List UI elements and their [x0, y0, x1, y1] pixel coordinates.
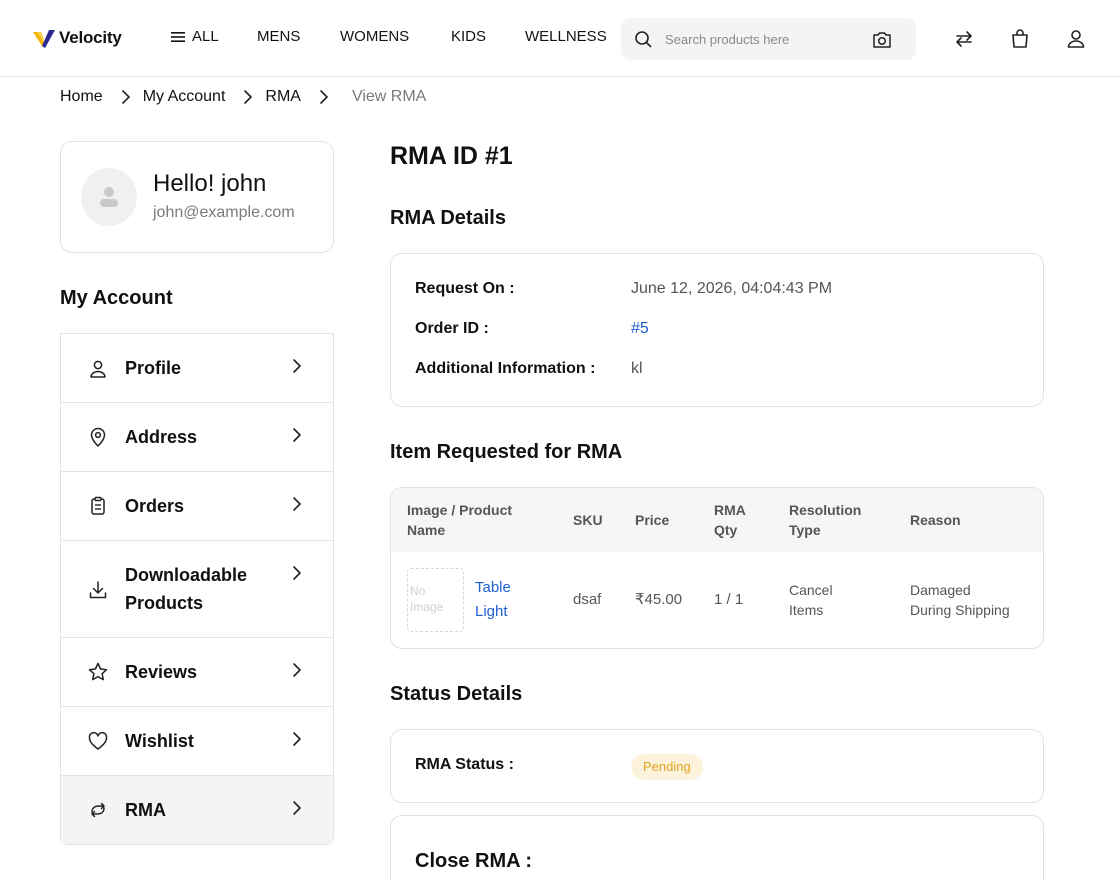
chevron-right-icon [244, 90, 253, 104]
close-rma-heading: Close RMA : [415, 850, 533, 872]
rma-details-card: Request On : June 12, 2026, 04:04:43 PM … [390, 253, 1044, 407]
avatar [81, 168, 137, 226]
breadcrumb: Home My Account RMA View RMA [60, 86, 426, 108]
col-header-sku: SKU [573, 512, 603, 528]
sidebar-item-label: Orders [125, 496, 185, 516]
rma-details-heading: RMA Details [390, 207, 506, 229]
chevron-right-icon [293, 663, 301, 677]
avatar-placeholder-icon [100, 187, 118, 207]
exchange-arrows-icon [91, 802, 105, 818]
chevron-right-icon [293, 566, 301, 580]
additional-info-value: kl [631, 360, 643, 377]
velocity-v-logo-icon [33, 30, 55, 48]
account-menu: Profile Address Orders Downloadable Prod… [60, 333, 334, 845]
no-image-text: No Image [410, 584, 444, 614]
col-header-image-product-line2: Name [407, 522, 446, 538]
sidebar-item-rma[interactable]: RMA [61, 776, 333, 844]
chevron-right-icon [293, 732, 301, 746]
sidebar-item-orders[interactable]: Orders [61, 472, 333, 541]
hamburger-icon [171, 32, 185, 42]
status-card: RMA Status : Pending [390, 729, 1044, 803]
col-header-image-product: Image / Product [407, 502, 513, 518]
order-id-link[interactable]: #5 [631, 320, 649, 338]
star-icon [88, 662, 108, 681]
profile-email: john@example.com [153, 204, 295, 221]
nav-mens[interactable]: MENS [257, 27, 300, 47]
sidebar-item-reviews[interactable]: Reviews [61, 638, 333, 707]
cell-reason-line2: During Shipping [910, 602, 1010, 618]
breadcrumb-home[interactable]: Home [60, 88, 103, 106]
site-header: Velocity ALL MENS WOMENS KIDS WELLNESS [0, 0, 1120, 77]
user-icon[interactable] [1064, 27, 1088, 51]
chevron-right-icon [293, 428, 301, 442]
rma-status-label: RMA Status : [415, 756, 514, 773]
nav-womens[interactable]: WOMENS [340, 27, 409, 47]
camera-icon[interactable] [871, 30, 893, 50]
sidebar-heading: My Account [60, 287, 173, 309]
compare-arrows-icon[interactable] [952, 27, 976, 51]
sidebar-item-profile[interactable]: Profile [61, 334, 333, 403]
additional-info-label: Additional Information : [415, 360, 596, 377]
request-on-value: June 12, 2026, 04:04:43 PM [631, 280, 833, 297]
col-header-resolution-type: Resolution [789, 502, 862, 518]
clipboard-icon [91, 496, 105, 515]
close-rma-card: Close RMA : [390, 815, 1044, 880]
cell-rma-qty: 1 / 1 [714, 591, 744, 608]
table-header: Image / Product Name SKU Price RMA Qty R… [391, 488, 1043, 552]
cell-sku: dsaf [573, 591, 602, 608]
nav-all-label: ALL [192, 28, 219, 45]
order-id-label: Order ID : [415, 320, 489, 337]
sidebar-item-label: Reviews [125, 662, 198, 682]
map-pin-icon [90, 427, 106, 447]
cell-reason: Damaged [910, 582, 971, 598]
product-name-link[interactable]: Table Light [475, 576, 545, 624]
cell-resolution-type-line2: Items [789, 602, 824, 618]
profile-greeting: Hello! john [153, 170, 267, 197]
status-details-heading: Status Details [390, 683, 523, 705]
sidebar-item-downloadable-products[interactable]: Downloadable Products [61, 541, 333, 638]
profile-card: Hello! john john@example.com [60, 141, 334, 253]
sidebar-item-label: Profile [125, 358, 182, 378]
cell-resolution-type: Cancel [789, 582, 833, 598]
search-bar [621, 18, 916, 60]
col-header-rma-qty: RMA [714, 502, 746, 518]
chevron-right-icon [121, 90, 130, 104]
search-icon[interactable] [633, 29, 653, 49]
heart-icon [88, 731, 108, 750]
chevron-right-icon [293, 497, 301, 511]
shopping-bag-icon[interactable] [1008, 27, 1032, 51]
breadcrumb-rma[interactable]: RMA [265, 88, 301, 106]
sidebar-item-label: Downloadable Products [125, 565, 248, 613]
product-image-placeholder: No Image [407, 568, 464, 632]
chevron-right-icon [320, 90, 328, 104]
chevron-right-icon [293, 801, 301, 815]
sidebar-item-wishlist[interactable]: Wishlist [61, 707, 333, 776]
page-title: RMA ID #1 [390, 142, 513, 170]
items-requested-heading: Item Requested for RMA [390, 441, 623, 463]
request-on-label: Request On : [415, 280, 515, 297]
col-header-reason: Reason [910, 512, 961, 528]
col-header-resolution-type-line2: Type [789, 522, 821, 538]
cell-price: ₹45.00 [635, 591, 683, 608]
breadcrumb-my-account[interactable]: My Account [143, 88, 226, 106]
sidebar-item-label: RMA [125, 800, 166, 820]
brand-logo[interactable]: Velocity [33, 26, 122, 50]
user-icon [90, 360, 106, 378]
sidebar-item-label: Wishlist [125, 731, 194, 751]
sidebar-item-label: Address [125, 427, 198, 447]
nav-kids[interactable]: KIDS [451, 27, 486, 47]
rma-items-table: Image / Product Name SKU Price RMA Qty R… [390, 487, 1044, 649]
download-icon [89, 581, 107, 599]
brand-name: Velocity [59, 28, 122, 47]
sidebar-item-address[interactable]: Address [61, 403, 333, 472]
search-input[interactable] [665, 28, 860, 50]
status-badge: Pending [631, 754, 703, 780]
col-header-rma-qty-line2: Qty [714, 522, 738, 538]
col-header-price: Price [635, 512, 670, 528]
nav-all[interactable]: ALL [170, 27, 219, 47]
nav-wellness[interactable]: WELLNESS [525, 27, 607, 47]
breadcrumb-current: View RMA [351, 88, 427, 105]
chevron-right-icon [293, 359, 301, 373]
